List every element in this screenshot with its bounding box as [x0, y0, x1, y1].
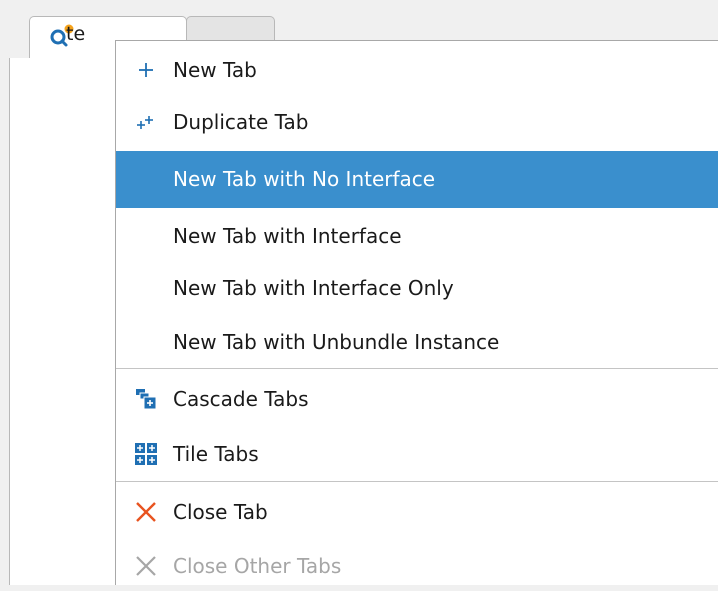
menu-item-label: New Tab with No Interface — [173, 167, 436, 191]
menu-item-tile-tabs[interactable]: Tile Tabs — [116, 429, 718, 479]
menu-item-close-tab[interactable]: Close Tab — [116, 487, 718, 537]
menu-item-new-tab-no-interface[interactable]: New Tab with No Interface — [116, 151, 718, 208]
menu-item-new-tab-unbundle-instance[interactable]: New Tab with Unbundle Instance — [116, 317, 718, 367]
close-x-icon — [136, 502, 156, 522]
menu-separator — [116, 481, 718, 482]
menu-item-cascade-tabs[interactable]: Cascade Tabs — [116, 374, 718, 424]
duplicate-plus-icon — [137, 116, 153, 129]
menu-item-label: New Tab — [173, 58, 257, 82]
tab-label: te — [66, 23, 86, 45]
plus-icon — [139, 63, 153, 77]
menu-item-label: New Tab with Interface — [173, 224, 402, 248]
menu-item-label: Tile Tabs — [173, 442, 259, 466]
tile-icon — [135, 443, 157, 465]
menu-item-label: Cascade Tabs — [173, 387, 309, 411]
menu-item-label: New Tab with Interface Only — [173, 276, 454, 300]
menu-item-new-tab-interface-only[interactable]: New Tab with Interface Only — [116, 263, 718, 313]
tab-context-menu: New Tab Duplicate Tab New Tab with No In… — [115, 40, 718, 585]
menu-item-label: Close Tab — [173, 500, 268, 524]
menu-item-duplicate-tab[interactable]: Duplicate Tab — [116, 97, 718, 147]
menu-item-label: New Tab with Unbundle Instance — [173, 330, 500, 354]
cascade-icon — [136, 389, 157, 410]
menu-item-new-tab[interactable]: New Tab — [116, 45, 718, 95]
menu-item-close-other-tabs[interactable]: Close Other Tabs — [116, 541, 718, 591]
menu-item-label: Close Other Tabs — [173, 554, 342, 578]
menu-separator — [116, 368, 718, 369]
close-x-icon — [136, 556, 156, 576]
menu-item-new-tab-with-interface[interactable]: New Tab with Interface — [116, 211, 718, 261]
menu-item-label: Duplicate Tab — [173, 110, 309, 134]
tab-secondary[interactable] — [186, 16, 275, 40]
